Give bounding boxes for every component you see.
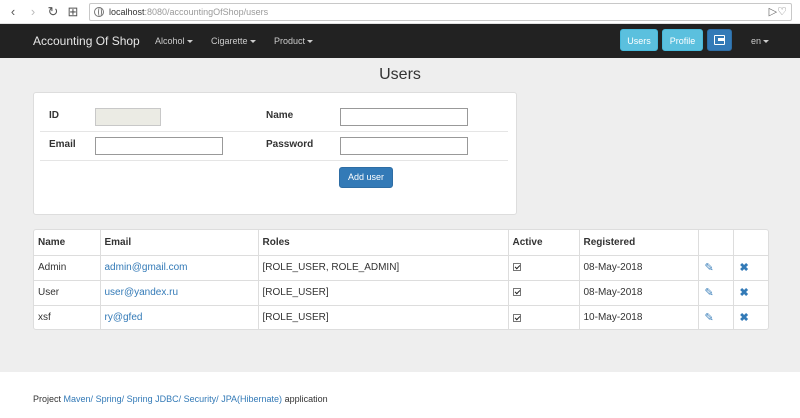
send-icon[interactable]: ▷ xyxy=(769,6,777,18)
users-table-panel: Name Email Roles Active Registered Admin… xyxy=(33,229,769,330)
user-name: User xyxy=(34,280,101,306)
address-bar[interactable]: localhost:8080/accountingOfShop/users ▷♡ xyxy=(89,3,792,21)
pencil-icon[interactable]: ✎ xyxy=(705,311,714,324)
user-name: Admin xyxy=(34,255,101,281)
back-icon[interactable]: ‹ xyxy=(6,4,20,20)
pencil-icon[interactable]: ✎ xyxy=(705,261,714,274)
close-icon[interactable]: ✖ xyxy=(740,286,749,299)
logout-icon xyxy=(714,35,725,45)
user-roles: [ROLE_USER] xyxy=(258,305,509,330)
email-label: Email xyxy=(49,139,76,150)
form-divider xyxy=(40,131,508,132)
close-icon[interactable]: ✖ xyxy=(740,311,749,324)
footer-prefix: Project xyxy=(33,394,62,404)
footer-link-maven[interactable]: Maven/ xyxy=(64,394,94,404)
menu-alcohol[interactable]: Alcohol xyxy=(155,24,193,58)
header-edit xyxy=(698,230,734,256)
user-registered: 08-May-2018 xyxy=(579,280,699,306)
page-title: Users xyxy=(379,66,421,83)
footer-suffix: application xyxy=(284,394,328,404)
table-row: Admin admin@gmail.com [ROLE_USER, ROLE_A… xyxy=(34,255,768,281)
footer-link-spring[interactable]: Spring/ xyxy=(96,394,125,404)
users-button[interactable]: Users xyxy=(620,29,658,51)
id-field[interactable] xyxy=(95,108,161,126)
globe-icon xyxy=(94,7,104,17)
footer-link-jpa[interactable]: JPA(Hibernate) xyxy=(221,394,282,404)
name-field[interactable] xyxy=(340,108,468,126)
footer-link-spring-jdbc[interactable]: Spring JDBC/ xyxy=(127,394,182,404)
logout-button[interactable] xyxy=(707,29,732,51)
user-email-link[interactable]: admin@gmail.com xyxy=(105,262,188,273)
active-checkbox[interactable] xyxy=(512,263,521,272)
table-row: User user@yandex.ru [ROLE_USER] 08-May-2… xyxy=(34,280,768,306)
add-user-form: ID Name Email Password Add user xyxy=(33,92,517,215)
header-active: Active xyxy=(508,230,580,256)
forward-icon[interactable]: › xyxy=(26,4,40,20)
page-footer: Project Maven/ Spring/ Spring JDBC/ Secu… xyxy=(33,394,328,404)
heart-icon[interactable]: ♡ xyxy=(777,6,787,18)
header-registered: Registered xyxy=(579,230,699,256)
profile-button[interactable]: Profile xyxy=(662,29,703,51)
pencil-icon[interactable]: ✎ xyxy=(705,286,714,299)
language-dropdown[interactable]: en xyxy=(751,24,769,58)
menu-product[interactable]: Product xyxy=(274,24,313,58)
header-name: Name xyxy=(34,230,101,256)
user-email-link[interactable]: user@yandex.ru xyxy=(105,287,179,298)
email-field[interactable] xyxy=(95,137,223,155)
browser-toolbar: ‹ › ↻ ⊞ localhost:8080/accountingOfShop/… xyxy=(0,0,800,24)
tabs-icon[interactable]: ⊞ xyxy=(66,4,80,20)
footer-link-security[interactable]: Security/ xyxy=(184,394,219,404)
user-registered: 10-May-2018 xyxy=(579,305,699,330)
header-email: Email xyxy=(100,230,259,256)
close-icon[interactable]: ✖ xyxy=(740,261,749,274)
table-header-row: Name Email Roles Active Registered xyxy=(34,230,768,256)
id-label: ID xyxy=(49,110,59,121)
menu-cigarette[interactable]: Cigarette xyxy=(211,24,256,58)
header-roles: Roles xyxy=(258,230,509,256)
top-navbar: Accounting Of Shop Alcohol Cigarette Pro… xyxy=(0,24,800,58)
address-actions: ▷♡ xyxy=(769,5,787,19)
password-label: Password xyxy=(266,139,314,150)
form-divider xyxy=(40,160,508,161)
user-roles: [ROLE_USER, ROLE_ADMIN] xyxy=(258,255,509,281)
name-label: Name xyxy=(266,110,294,121)
user-roles: [ROLE_USER] xyxy=(258,280,509,306)
table-row: xsf ry@gfed [ROLE_USER] 10-May-2018 ✎ ✖ xyxy=(34,305,768,330)
brand-link[interactable]: Accounting Of Shop xyxy=(33,24,140,58)
users-table: Name Email Roles Active Registered Admin… xyxy=(34,230,768,330)
header-delete xyxy=(733,230,768,256)
user-email-link[interactable]: ry@gfed xyxy=(105,312,143,323)
reload-icon[interactable]: ↻ xyxy=(46,4,60,20)
user-registered: 08-May-2018 xyxy=(579,255,699,281)
user-name: xsf xyxy=(34,305,101,330)
active-checkbox[interactable] xyxy=(512,288,521,297)
active-checkbox[interactable] xyxy=(512,313,521,322)
url-text: localhost:8080/accountingOfShop/users xyxy=(109,7,269,17)
add-user-button[interactable]: Add user xyxy=(339,167,393,188)
password-field[interactable] xyxy=(340,137,468,155)
